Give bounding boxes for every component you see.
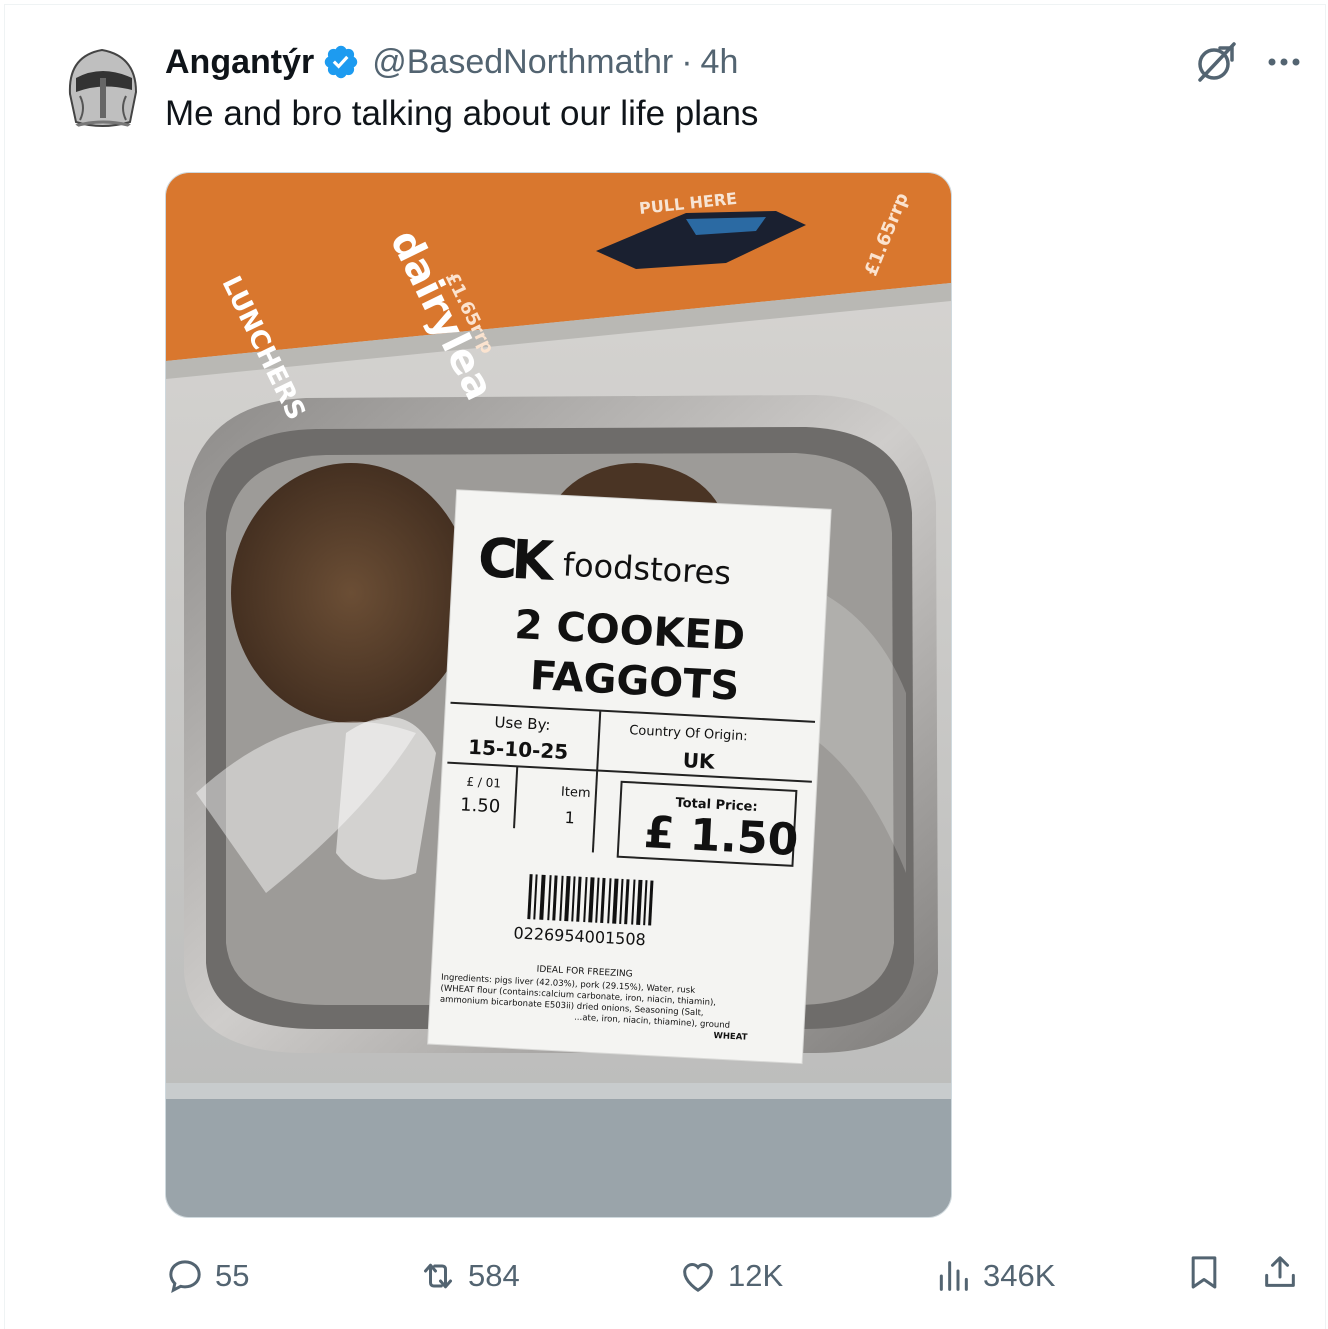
views-icon: [939, 1261, 968, 1291]
unit-label: £ / 01: [466, 775, 501, 791]
like-icon: [683, 1263, 713, 1292]
views-count: 346K: [983, 1258, 1056, 1293]
pull-here-text: PULL HERE: [638, 189, 738, 218]
origin-label: Country Of Origin:: [629, 723, 748, 744]
bookmark-icon[interactable]: [1184, 1252, 1224, 1292]
item-value: 1: [564, 808, 575, 828]
photo-text-layer: LUNCHERS dairylea £1.65rrp £1.65rrp PULL…: [216, 189, 913, 1043]
avatar[interactable]: [56, 34, 150, 134]
timestamp[interactable]: 4h: [701, 43, 739, 82]
more-icon[interactable]: [1262, 40, 1306, 84]
label-product-line1: 2 COOKED: [513, 602, 746, 660]
repost-count: 584: [468, 1258, 520, 1293]
like-button[interactable]: 12K: [678, 1246, 783, 1306]
use-by-label: Use By:: [494, 713, 551, 734]
tweet-media-photo[interactable]: LUNCHERS dairylea £1.65rrp £1.65rrp PULL…: [165, 172, 952, 1218]
label-product-line2: FAGGOTS: [529, 653, 741, 710]
barcode-number: 0226954001508: [513, 923, 646, 949]
label-logo-text: CK: [477, 526, 558, 593]
like-count: 12K: [728, 1258, 784, 1293]
reply-count: 55: [215, 1258, 250, 1293]
box-price-right-text: £1.65rrp: [861, 190, 913, 279]
ingredients-line5: WHEAT: [713, 1031, 748, 1043]
box-brand-text: dairylea: [381, 223, 503, 408]
reply-button[interactable]: 55: [165, 1246, 249, 1306]
label-store-name: foodstores: [562, 545, 732, 592]
repost-icon: [424, 1263, 452, 1289]
tweet-header: Angantýr @BasedNorthmathr · 4h: [165, 40, 738, 84]
ideal-for-freezing: IDEAL FOR FREEZING: [536, 965, 632, 980]
repost-button[interactable]: 584: [418, 1246, 520, 1306]
separator-dot: ·: [681, 42, 693, 81]
tweet-text: Me and bro talking about our life plans: [165, 94, 759, 133]
unit-value: 1.50: [460, 794, 501, 817]
total-value: £ 1.50: [643, 807, 800, 866]
use-by-value: 15-10-25: [468, 735, 569, 764]
item-label: Item: [561, 785, 591, 802]
views-button[interactable]: 346K: [933, 1246, 1055, 1306]
verified-badge-icon: [325, 45, 358, 79]
origin-value: UK: [682, 748, 716, 774]
reply-icon: [169, 1260, 201, 1293]
grok-icon[interactable]: [1192, 38, 1240, 86]
share-icon[interactable]: [1260, 1252, 1300, 1292]
tweet-top-actions: [1192, 38, 1306, 86]
box-product-text: LUNCHERS: [216, 272, 311, 425]
author-handle[interactable]: @BasedNorthmathr: [372, 43, 673, 82]
tweet-action-bar: 55 584 12K 346K: [0, 1246, 1328, 1306]
avatar-helmet-image: [56, 34, 150, 134]
author-name[interactable]: Angantýr: [165, 43, 314, 82]
tweet-right-actions: [1184, 1252, 1300, 1292]
